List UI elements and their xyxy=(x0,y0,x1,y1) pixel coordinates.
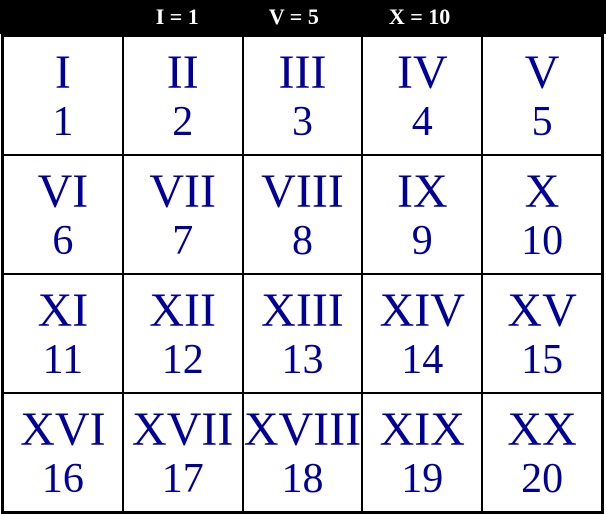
legend-item: I = 1 xyxy=(156,4,199,30)
arabic-numeral: 10 xyxy=(521,220,563,262)
cell-4: IV 4 xyxy=(362,36,482,155)
cell-20: XX 20 xyxy=(482,393,602,512)
roman-numeral: IX xyxy=(397,168,448,216)
cell-12: XII 12 xyxy=(123,274,243,393)
roman-numeral: VI xyxy=(38,168,89,216)
cell-2: II 2 xyxy=(123,36,243,155)
arabic-numeral: 11 xyxy=(43,339,83,381)
arabic-numeral: 2 xyxy=(172,101,193,143)
arabic-numeral: 5 xyxy=(532,101,553,143)
roman-numeral: XIX xyxy=(380,406,465,454)
arabic-numeral: 14 xyxy=(401,339,443,381)
legend-item: V = 5 xyxy=(269,4,319,30)
cell-7: VII 7 xyxy=(123,155,243,274)
cell-19: XIX 19 xyxy=(362,393,482,512)
roman-numeral: XVIII xyxy=(244,406,361,454)
roman-numeral: XVII xyxy=(132,406,233,454)
roman-numeral: V xyxy=(525,49,560,97)
arabic-numeral: 9 xyxy=(412,220,433,262)
arabic-numeral: 17 xyxy=(162,458,204,500)
arabic-numeral: 3 xyxy=(292,101,313,143)
cell-16: XVI 16 xyxy=(3,393,123,512)
roman-numeral: XII xyxy=(149,287,216,335)
arabic-numeral: 12 xyxy=(162,339,204,381)
arabic-numeral: 15 xyxy=(521,339,563,381)
arabic-numeral: 20 xyxy=(521,458,563,500)
arabic-numeral: 7 xyxy=(172,220,193,262)
roman-numeral-grid: I 1 II 2 III 3 IV 4 V 5 VI 6 VII 7 VIII … xyxy=(1,34,604,514)
roman-numeral: XV xyxy=(507,287,576,335)
arabic-numeral: 19 xyxy=(401,458,443,500)
roman-numeral: X xyxy=(525,168,560,216)
roman-numeral: XVI xyxy=(20,406,105,454)
cell-13: XIII 13 xyxy=(243,274,363,393)
roman-numeral: XX xyxy=(507,406,576,454)
arabic-numeral: 4 xyxy=(412,101,433,143)
cell-18: XVIII 18 xyxy=(243,393,363,512)
cell-9: IX 9 xyxy=(362,155,482,274)
cell-14: XIV 14 xyxy=(362,274,482,393)
cell-3: III 3 xyxy=(243,36,363,155)
cell-15: XV 15 xyxy=(482,274,602,393)
arabic-numeral: 1 xyxy=(52,101,73,143)
arabic-numeral: 18 xyxy=(281,458,323,500)
legend-item: X = 10 xyxy=(389,4,450,30)
cell-5: V 5 xyxy=(482,36,602,155)
roman-numeral: I xyxy=(55,49,71,97)
roman-numeral: XI xyxy=(38,287,89,335)
roman-numeral: III xyxy=(279,49,327,97)
roman-numeral: VIII xyxy=(261,168,344,216)
arabic-numeral: 13 xyxy=(281,339,323,381)
cell-17: XVII 17 xyxy=(123,393,243,512)
arabic-numeral: 8 xyxy=(292,220,313,262)
roman-numeral: XIV xyxy=(380,287,465,335)
roman-numeral: XIII xyxy=(261,287,344,335)
roman-numeral: VII xyxy=(149,168,216,216)
cell-1: I 1 xyxy=(3,36,123,155)
legend-header: I = 1 V = 5 X = 10 xyxy=(0,0,606,34)
cell-8: VIII 8 xyxy=(243,155,363,274)
cell-6: VI 6 xyxy=(3,155,123,274)
arabic-numeral: 16 xyxy=(42,458,84,500)
arabic-numeral: 6 xyxy=(52,220,73,262)
roman-numeral: II xyxy=(167,49,199,97)
cell-11: XI 11 xyxy=(3,274,123,393)
roman-numeral: IV xyxy=(397,49,448,97)
cell-10: X 10 xyxy=(482,155,602,274)
